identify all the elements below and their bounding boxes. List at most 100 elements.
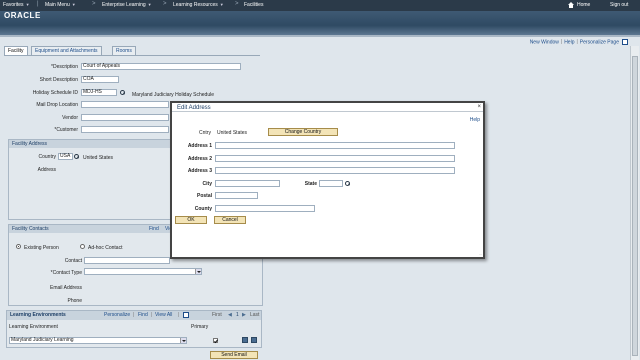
previous-arrow-icon[interactable]: ◀ <box>228 312 232 318</box>
county-label: County <box>194 206 212 212</box>
personalize-page-link[interactable]: Personalize Page <box>580 39 619 45</box>
postal-input[interactable] <box>215 192 258 199</box>
delete-row-icon[interactable] <box>251 337 257 343</box>
select-value: Maryland Judiciary Learning <box>11 337 74 343</box>
send-email-button[interactable]: Send Email <box>210 351 258 359</box>
city-label: City <box>202 181 212 187</box>
address2-input[interactable] <box>215 155 455 162</box>
customer-field[interactable] <box>81 126 169 133</box>
address3-input[interactable] <box>215 167 455 174</box>
oracle-logo: ORACLE <box>4 11 41 20</box>
tab-rooms[interactable]: Rooms <box>112 46 136 55</box>
link-separator: | <box>576 39 578 46</box>
chevron-down-icon: ▼ <box>71 2 76 7</box>
new-window-link[interactable]: New Window <box>530 39 559 45</box>
tab-facility[interactable]: Facility <box>4 46 28 55</box>
page-links: New Window | Help | Personalize Page <box>530 39 628 45</box>
view-all-link[interactable]: View All <box>155 312 172 318</box>
cancel-button[interactable]: Cancel <box>214 216 246 224</box>
county-input[interactable] <box>215 205 315 212</box>
lookup-icon[interactable] <box>345 181 350 186</box>
mail-drop-field[interactable] <box>81 101 169 108</box>
page-scrollbar[interactable] <box>630 46 639 360</box>
city-input[interactable] <box>215 180 280 187</box>
personalize-link[interactable]: Personalize <box>104 312 130 318</box>
help-link[interactable]: Help <box>564 39 574 45</box>
nav-separator: | <box>37 1 39 7</box>
holiday-schedule-field[interactable]: MDJ-HS <box>81 89 117 96</box>
link-separator: | <box>133 312 135 318</box>
contact-type-select[interactable] <box>84 268 202 275</box>
dialog-help-link[interactable]: Help <box>470 117 480 123</box>
nav-sign-out[interactable]: Sign out <box>610 2 628 8</box>
description-label: *Description <box>51 64 78 70</box>
ok-button[interactable]: OK <box>175 216 207 224</box>
adhoc-contact-radio[interactable] <box>80 244 85 249</box>
email-address-label: Email Address <box>50 285 82 291</box>
tab-divider <box>4 55 260 56</box>
nav-home[interactable]: Home <box>577 2 590 8</box>
column-header-primary: Primary <box>191 324 209 330</box>
resize-grip[interactable]: ... <box>479 251 482 256</box>
last-label[interactable]: Last <box>250 312 259 318</box>
top-navigation-bar: Favorites ▼ | Main Menu ▼ > Enterprise Lea… <box>0 0 640 11</box>
breadcrumb-separator: > <box>92 1 96 7</box>
home-icon[interactable] <box>568 2 574 8</box>
holiday-schedule-description: Maryland Judiciary Holiday Schedule <box>132 92 214 98</box>
country-description: United States <box>83 155 114 161</box>
first-label[interactable]: First <box>212 312 222 318</box>
nav-facilities[interactable]: Facilities <box>244 2 263 8</box>
contact-label: Contact <box>64 258 82 264</box>
chevron-down-icon: ▼ <box>219 2 224 7</box>
address-label: Address <box>37 167 56 173</box>
address3-label: Address 3 <box>187 168 212 174</box>
header-banner: ORACLE <box>0 11 640 37</box>
next-arrow-icon[interactable]: ▶ <box>242 312 246 318</box>
dialog-title: Edit Address <box>172 103 483 112</box>
learning-environment-select[interactable]: Maryland Judiciary Learning <box>9 337 187 344</box>
download-grid-icon[interactable] <box>183 312 189 318</box>
edit-address-dialog: Edit Address × Help Cntry United States … <box>170 101 485 259</box>
grid-title: Learning Environments <box>10 312 66 318</box>
country-field[interactable]: USA <box>58 153 73 160</box>
short-description-field[interactable]: COA <box>81 76 119 83</box>
close-icon[interactable]: × <box>477 104 481 110</box>
phone-label: Phone <box>67 298 82 304</box>
vendor-label: Vendor <box>62 115 78 121</box>
lookup-icon[interactable] <box>120 90 125 95</box>
link-separator: | <box>151 312 153 318</box>
short-description-label: Short Description <box>39 77 78 83</box>
nav-favorites[interactable]: Favorites ▼ <box>3 2 30 8</box>
pager-text: 1 <box>236 312 239 318</box>
nav-main-menu[interactable]: Main Menu ▼ <box>45 2 76 8</box>
description-field[interactable]: Court of Appeals <box>81 63 241 70</box>
country-value: United States <box>217 130 248 136</box>
holiday-schedule-label: Holiday Schedule ID <box>32 90 78 96</box>
nav-enterprise-learning[interactable]: Enterprise Learning ▼ <box>102 2 152 8</box>
address1-input[interactable] <box>215 142 455 149</box>
link-separator: | <box>560 39 563 46</box>
add-row-icon[interactable] <box>242 337 248 343</box>
primary-checkbox[interactable] <box>213 338 218 343</box>
change-country-button[interactable]: Change Country <box>268 128 338 136</box>
state-input[interactable] <box>319 180 343 187</box>
address1-label: Address 1 <box>187 143 212 149</box>
contact-type-label: *Contact Type <box>50 270 82 276</box>
nav-learning-resources[interactable]: Learning Resources ▼ <box>173 2 224 8</box>
chevron-down-icon[interactable] <box>180 338 186 343</box>
link-separator: | <box>178 312 180 318</box>
grid-header: Learning Environments Personalize | Find… <box>7 311 261 320</box>
address2-label: Address 2 <box>187 156 212 162</box>
scrollbar-thumb[interactable] <box>632 56 638 356</box>
lookup-icon[interactable] <box>74 154 79 159</box>
tab-equipment-attachments[interactable]: Equipment and Attachments <box>31 46 102 55</box>
column-header-environment: Learning Environment <box>9 324 58 330</box>
existing-person-label: Existing Person <box>24 245 59 251</box>
vendor-field[interactable] <box>81 114 169 121</box>
chevron-down-icon[interactable] <box>195 269 201 274</box>
contact-field[interactable] <box>84 257 170 264</box>
page-icon[interactable] <box>622 39 628 45</box>
find-link[interactable]: Find <box>138 312 148 318</box>
existing-person-radio[interactable] <box>16 244 21 249</box>
find-link[interactable]: Find <box>149 226 159 232</box>
